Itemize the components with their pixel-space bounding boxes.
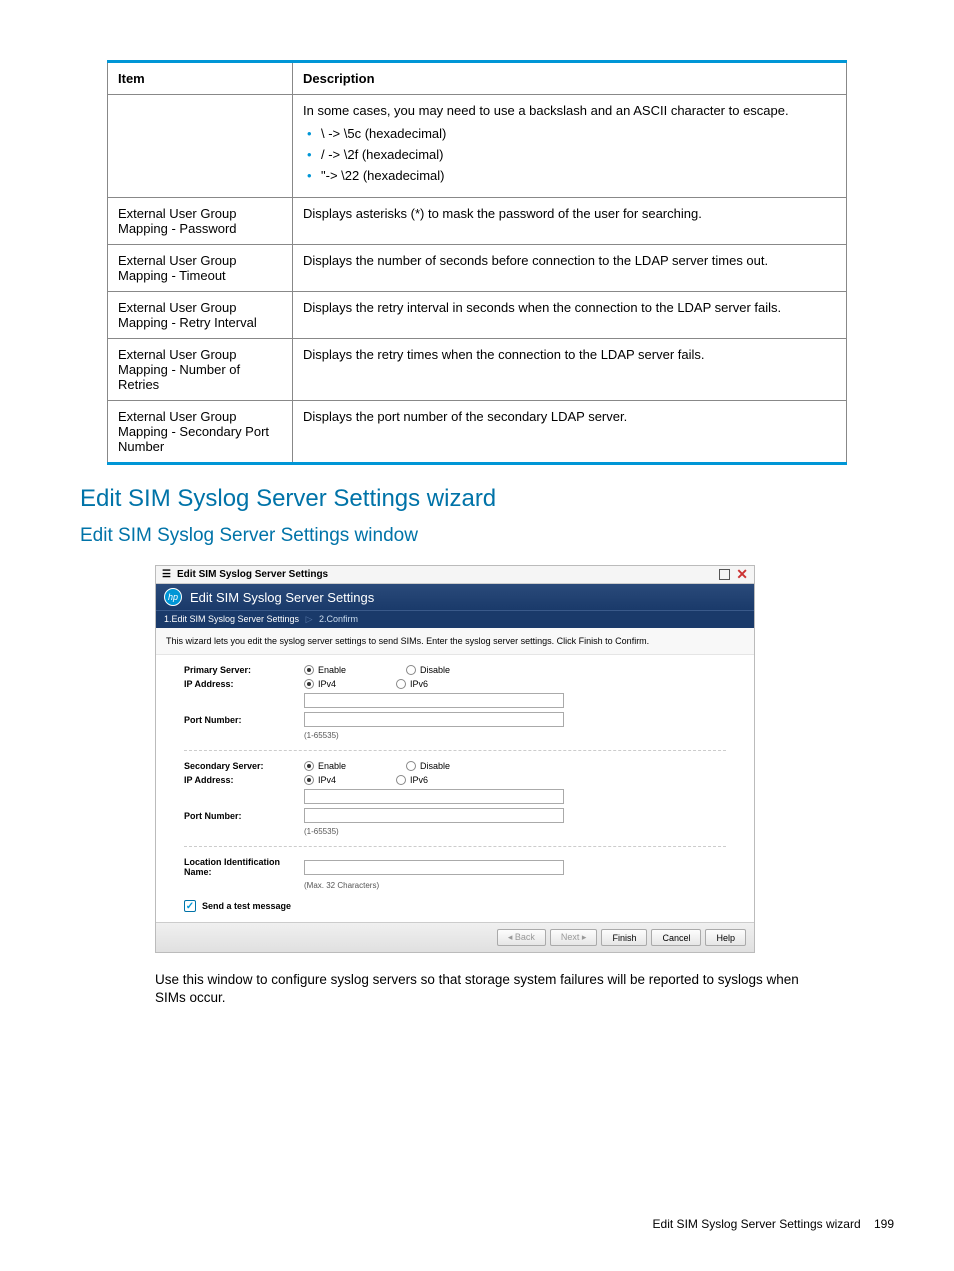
- radio-icon: [304, 775, 314, 785]
- back-button[interactable]: ◂ Back: [497, 929, 546, 946]
- radio-icon: [396, 679, 406, 689]
- body-paragraph: Use this window to configure syslog serv…: [155, 971, 799, 1006]
- radio-icon: [406, 761, 416, 771]
- description-table: Item Description In some cases, you may …: [107, 60, 847, 465]
- table-row: External User Group Mapping - Retry Inte…: [108, 292, 847, 339]
- input-secondary-port[interactable]: [304, 808, 564, 823]
- radio-icon: [304, 679, 314, 689]
- step-1: 1.Edit SIM Syslog Server Settings: [164, 614, 299, 624]
- cell-item: External User Group Mapping - Number of …: [108, 339, 293, 401]
- table-row: External User Group Mapping - Secondary …: [108, 401, 847, 464]
- wizard-description: This wizard lets you edit the syslog ser…: [156, 628, 754, 655]
- radio-icon: [304, 761, 314, 771]
- cell-item: [108, 95, 293, 198]
- label-primary-server: Primary Server:: [184, 665, 304, 675]
- wizard-title: Edit SIM Syslog Server Settings: [177, 569, 328, 580]
- label-port-number: Port Number:: [184, 715, 304, 725]
- list-item: / -> \2f (hexadecimal): [307, 147, 836, 162]
- cell-item: External User Group Mapping - Secondary …: [108, 401, 293, 464]
- page-number: 199: [874, 1217, 894, 1231]
- hp-logo-icon: hp: [164, 588, 182, 606]
- hint-port-2: (1-65535): [304, 827, 726, 836]
- wizard-header-text: Edit SIM Syslog Server Settings: [190, 590, 374, 605]
- cell-desc: In some cases, you may need to use a bac…: [293, 95, 847, 198]
- desc-intro: In some cases, you may need to use a bac…: [303, 103, 836, 118]
- help-button[interactable]: Help: [705, 929, 746, 946]
- radio-primary-enable[interactable]: Enable: [304, 665, 346, 675]
- cell-item: External User Group Mapping - Password: [108, 198, 293, 245]
- checkbox-icon: ✓: [184, 900, 196, 912]
- label-ip-address-2: IP Address:: [184, 775, 304, 785]
- table-row: External User Group Mapping - Timeout Di…: [108, 245, 847, 292]
- input-primary-port[interactable]: [304, 712, 564, 727]
- radio-icon: [396, 775, 406, 785]
- close-icon[interactable]: ✕: [736, 569, 748, 580]
- cell-desc: Displays the number of seconds before co…: [293, 245, 847, 292]
- th-item: Item: [108, 62, 293, 95]
- input-primary-ip[interactable]: [304, 693, 564, 708]
- footer-title: Edit SIM Syslog Server Settings wizard: [653, 1217, 861, 1231]
- radio-icon: [304, 665, 314, 675]
- table-row: External User Group Mapping - Number of …: [108, 339, 847, 401]
- list-item: "-> \22 (hexadecimal): [307, 168, 836, 183]
- th-desc: Description: [293, 62, 847, 95]
- maximize-icon[interactable]: [719, 569, 730, 580]
- label-secondary-server: Secondary Server:: [184, 761, 304, 771]
- radio-secondary-disable[interactable]: Disable: [406, 761, 450, 771]
- cell-desc: Displays the retry interval in seconds w…: [293, 292, 847, 339]
- wizard-window: ☰ Edit SIM Syslog Server Settings ✕ hp E…: [155, 565, 755, 953]
- checkbox-send-test[interactable]: ✓ Send a test message: [184, 900, 726, 912]
- collapse-icon[interactable]: ☰: [162, 569, 171, 580]
- list-item: \ -> \5c (hexadecimal): [307, 126, 836, 141]
- radio-primary-disable[interactable]: Disable: [406, 665, 450, 675]
- cell-desc: Displays the port number of the secondar…: [293, 401, 847, 464]
- checkbox-label: Send a test message: [202, 901, 291, 911]
- table-row: In some cases, you may need to use a bac…: [108, 95, 847, 198]
- cell-item: External User Group Mapping - Retry Inte…: [108, 292, 293, 339]
- label-location: Location Identification Name:: [184, 857, 304, 877]
- section-heading-1: Edit SIM Syslog Server Settings wizard: [80, 485, 894, 513]
- input-location[interactable]: [304, 860, 564, 875]
- wizard-body: Primary Server: Enable Disable IP Addres…: [156, 655, 754, 922]
- label-port-number-2: Port Number:: [184, 811, 304, 821]
- radio-secondary-ipv4[interactable]: IPv4: [304, 775, 336, 785]
- label-ip-address: IP Address:: [184, 679, 304, 689]
- input-secondary-ip[interactable]: [304, 789, 564, 804]
- hint-port: (1-65535): [304, 731, 726, 740]
- next-button[interactable]: Next ▸: [550, 929, 598, 946]
- hint-location: (Max. 32 Characters): [304, 881, 726, 890]
- radio-secondary-ipv6[interactable]: IPv6: [396, 775, 428, 785]
- wizard-footer: ◂ Back Next ▸ Finish Cancel Help: [156, 922, 754, 952]
- section-heading-2: Edit SIM Syslog Server Settings window: [80, 525, 894, 547]
- cancel-button[interactable]: Cancel: [651, 929, 701, 946]
- finish-button[interactable]: Finish: [601, 929, 647, 946]
- radio-primary-ipv6[interactable]: IPv6: [396, 679, 428, 689]
- table-row: External User Group Mapping - Password D…: [108, 198, 847, 245]
- wizard-breadcrumb: 1.Edit SIM Syslog Server Settings ▷ 2.Co…: [156, 610, 754, 628]
- cell-desc: Displays asterisks (*) to mask the passw…: [293, 198, 847, 245]
- step-2: 2.Confirm: [319, 614, 358, 624]
- radio-primary-ipv4[interactable]: IPv4: [304, 679, 336, 689]
- cell-desc: Displays the retry times when the connec…: [293, 339, 847, 401]
- wizard-header: hp Edit SIM Syslog Server Settings: [156, 584, 754, 610]
- cell-item: External User Group Mapping - Timeout: [108, 245, 293, 292]
- wizard-titlebar[interactable]: ☰ Edit SIM Syslog Server Settings ✕: [156, 566, 754, 584]
- chevron-right-icon: ▷: [306, 614, 313, 624]
- page-footer: Edit SIM Syslog Server Settings wizard 1…: [653, 1217, 894, 1231]
- radio-secondary-enable[interactable]: Enable: [304, 761, 346, 771]
- radio-icon: [406, 665, 416, 675]
